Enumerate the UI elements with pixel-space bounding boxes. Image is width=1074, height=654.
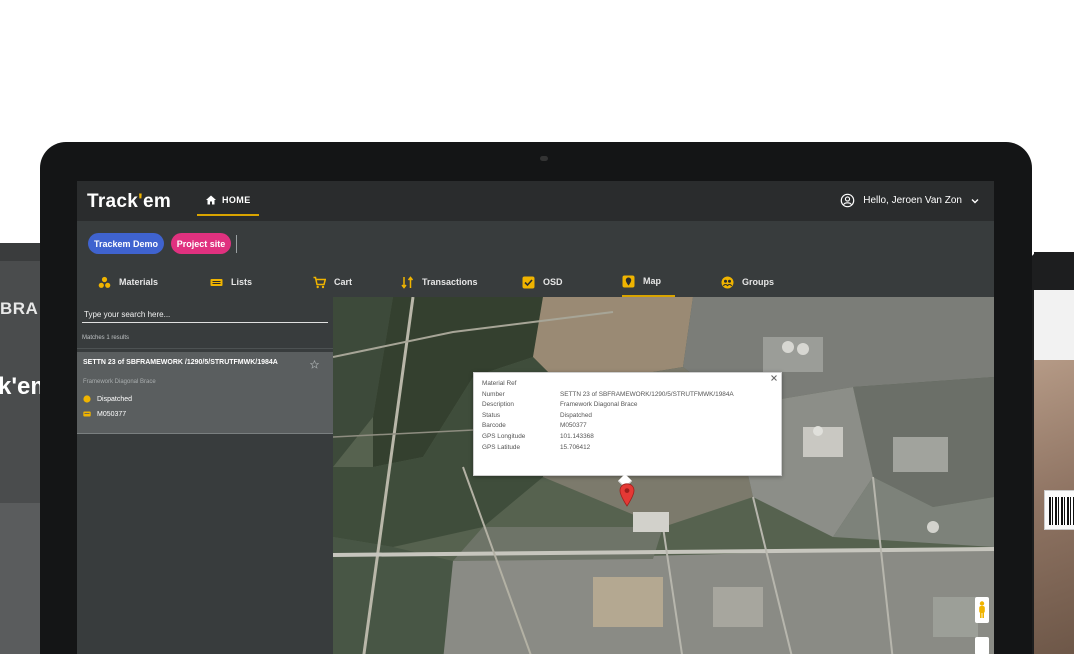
popup-row-key: Number — [482, 390, 505, 398]
popup-row: Description Framework Diagonal Brace — [482, 400, 734, 411]
map-info-popup: Material Ref Number SETTN 23 of SBFRAMEWOR… — [473, 372, 782, 489]
popup-row-key: GPS Longitude — [482, 432, 526, 440]
popup-row-key: Material Ref — [482, 380, 517, 387]
material-card-barcode-row: M050377 — [83, 410, 126, 418]
project-chip-bar: Trackem Demo Project site — [77, 221, 994, 267]
user-greeting: Hello, Jeroen Van Zon — [863, 195, 962, 206]
popup-row-value: SETTN 23 of SBFRAMEWORK/1290/5/STRUTFMWK… — [560, 390, 734, 398]
material-sidebar: Matches 1 results SETTN 23 of SBFRAMEWOR… — [77, 297, 333, 654]
user-menu[interactable]: Hello, Jeroen Van Zon — [840, 193, 980, 208]
app-screen: Track'em HOME Hello, Jeroen Van Zon Trac… — [77, 181, 994, 654]
popup-row: Material Ref — [482, 379, 734, 390]
nav-item-groups[interactable]: Groups — [721, 267, 774, 297]
popup-row-value: M050377 — [560, 422, 587, 430]
street-view-control[interactable] — [975, 597, 989, 623]
background-device-right — [1030, 252, 1074, 654]
material-card-barcode: M050377 — [97, 410, 127, 418]
popup-row: Barcode M050377 — [482, 421, 734, 432]
nav-label-transactions: Transactions — [422, 277, 478, 287]
materials-icon — [98, 276, 111, 288]
nav-label-materials: Materials — [119, 277, 159, 287]
popup-row-key: GPS Latitude — [482, 443, 521, 451]
nav-label-osd: OSD — [543, 277, 563, 287]
popup-row-value: Framework Diagonal Brace — [560, 401, 638, 409]
project-chip-project-site[interactable]: Project site — [171, 233, 231, 254]
popup-row: GPS Longitude 101.143368 — [482, 432, 734, 443]
popup-row-value: 15.706412 — [560, 443, 591, 451]
close-icon[interactable] — [770, 374, 778, 382]
nav-label-map: Map — [643, 276, 661, 286]
app-logo[interactable]: Track'em — [87, 191, 171, 213]
material-card[interactable]: SETTN 23 of SBFRAMEWORK /1290/5/STRUTFMW… — [77, 352, 333, 434]
osd-icon — [522, 276, 535, 288]
tab-home[interactable]: HOME — [197, 186, 259, 216]
popup-row-value: Dispatched — [560, 411, 592, 419]
groups-icon — [721, 276, 734, 288]
project-chip-trackem-demo[interactable]: Trackem Demo — [88, 233, 164, 254]
nav-item-map[interactable]: Map — [622, 267, 675, 297]
background-device-right-bezel — [1034, 252, 1074, 290]
nav-item-osd[interactable]: OSD — [522, 267, 563, 297]
nav-item-materials[interactable]: Materials — [98, 267, 158, 297]
satellite-map[interactable]: Material Ref Number SETTN 23 of SBFRAMEWOR… — [333, 297, 994, 654]
background-device-left-text: BRA — [0, 299, 39, 318]
nav-item-transactions[interactable]: Transactions — [401, 267, 478, 297]
logo-text: Track — [87, 191, 139, 212]
chip-divider — [236, 235, 237, 253]
nav-label-lists: Lists — [231, 277, 253, 287]
user-circle-icon — [840, 193, 855, 208]
transactions-icon — [401, 275, 414, 289]
nav-item-lists[interactable]: Lists — [210, 267, 252, 297]
popup-row-value — [560, 379, 734, 390]
favorite-star-icon[interactable] — [310, 360, 319, 369]
material-card-title: SETTN 23 of SBFRAMEWORK /1290/5/STRUTFMW… — [83, 359, 278, 366]
barcode-tag-icon — [83, 411, 91, 417]
list-icon — [210, 278, 223, 286]
popup-row-key: Barcode — [482, 422, 506, 430]
popup-row: Number SETTN 23 of SBFRAMEWORK/1290/5/STR… — [482, 390, 734, 401]
barcode-label — [1044, 490, 1074, 530]
background-device-left-lower — [0, 503, 40, 654]
cart-icon — [313, 276, 326, 288]
material-card-description: Framework Diagonal Brace — [83, 379, 156, 385]
pegman-icon — [979, 601, 985, 618]
main-nav: Materials Lists Cart Transactions OSD Ma… — [77, 267, 994, 297]
popup-details-table: Material Ref Number SETTN 23 of SBFRAMEWOR… — [482, 379, 734, 453]
material-card-status: Dispatched — [97, 395, 133, 403]
barcode-icon — [1049, 497, 1074, 525]
chevron-down-icon — [971, 198, 979, 203]
material-card-status-row: Dispatched — [83, 395, 132, 403]
popup-row-value: 101.143368 — [560, 432, 594, 440]
status-dot-icon — [83, 395, 91, 403]
results-divider — [77, 348, 333, 349]
popup-row: Status Dispatched — [482, 411, 734, 422]
nav-label-cart: Cart — [334, 277, 353, 287]
search-input[interactable] — [82, 307, 328, 323]
logo-text-tail: em — [142, 191, 172, 212]
nav-item-cart[interactable]: Cart — [313, 267, 352, 297]
map-pin-icon[interactable] — [619, 483, 635, 507]
map-zoom-control[interactable] — [975, 637, 989, 654]
marketing-stage: BRA k'em Track'em HOME Hello, Jeroen Van… — [0, 0, 1074, 654]
nav-label-groups: Groups — [742, 277, 775, 287]
laptop-camera — [540, 156, 548, 161]
tab-home-label: HOME — [222, 195, 251, 205]
results-count: Matches 1 results — [82, 335, 130, 341]
popup-row-key: Description — [482, 401, 514, 409]
top-bar: Track'em HOME Hello, Jeroen Van Zon — [77, 181, 994, 221]
popup-row: GPS Latitude 15.706412 — [482, 443, 734, 454]
home-icon — [206, 195, 216, 205]
map-icon — [622, 275, 635, 287]
popup-row-key: Status — [482, 411, 501, 419]
